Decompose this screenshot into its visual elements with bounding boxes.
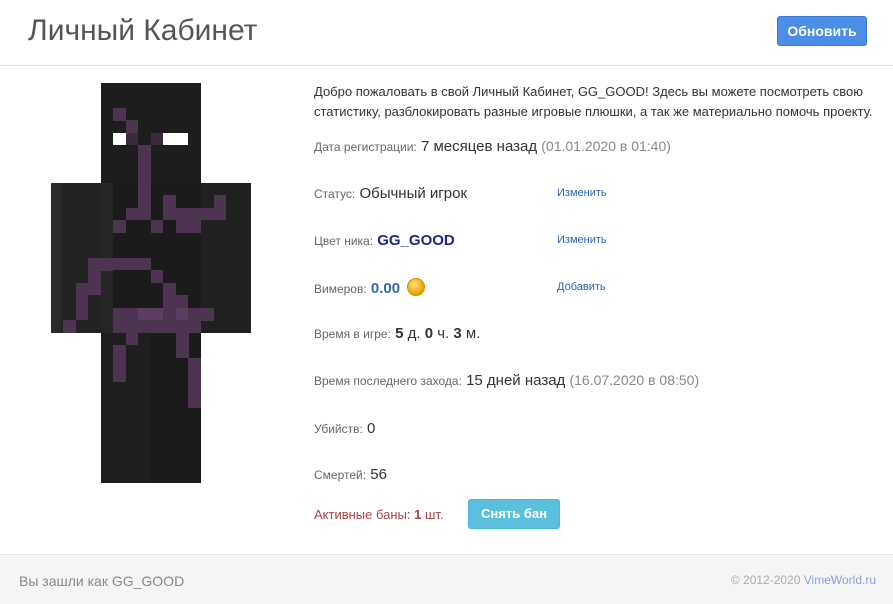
nick-color-label: Цвет ника: bbox=[314, 234, 374, 248]
last-login-value: 15 дней назад bbox=[466, 372, 566, 389]
last-login-date: (16.07.2020 в 08:50) bbox=[569, 372, 700, 388]
header: Личный Кабинет Обновить bbox=[0, 0, 893, 66]
copyright: © 2012-2020 VimeWorld.ru bbox=[731, 573, 876, 587]
registration-row: Дата регистрации: 7 месяцев назад (01.01… bbox=[314, 138, 671, 155]
playtime-minutes: 3 bbox=[453, 325, 462, 342]
add-vimers-link[interactable]: Добавить bbox=[557, 281, 606, 293]
deaths-row: Смертей: 56 bbox=[314, 466, 387, 483]
registration-label: Дата регистрации: bbox=[314, 140, 417, 154]
last-login-label: Время последнего захода: bbox=[314, 374, 462, 388]
playtime-hours: 0 bbox=[424, 325, 434, 342]
deaths-value: 56 bbox=[370, 466, 387, 483]
page-title: Личный Кабинет bbox=[28, 14, 258, 47]
footer: Вы зашли как GG_GOOD © 2012-2020 VimeWor… bbox=[0, 554, 893, 604]
playtime-row: Время в игре: 5 д. 0 ч. 3 м. bbox=[314, 325, 480, 342]
logged-in-text: Вы зашли как GG_GOOD bbox=[19, 573, 185, 589]
status-value: Обычный игрок bbox=[359, 185, 468, 202]
bans-unit: шт. bbox=[425, 507, 444, 522]
brand-link[interactable]: VimeWorld.ru bbox=[804, 573, 876, 587]
change-status-link[interactable]: Изменить bbox=[557, 187, 607, 199]
bans-count: 1 bbox=[414, 507, 422, 522]
refresh-button[interactable]: Обновить bbox=[777, 16, 867, 46]
status-row: Статус: Обычный игрок bbox=[314, 185, 467, 202]
last-login-row: Время последнего захода: 15 дней назад (… bbox=[314, 372, 699, 389]
registration-date: (01.01.2020 в 01:40) bbox=[541, 138, 671, 154]
status-label: Статус: bbox=[314, 187, 356, 201]
registration-value: 7 месяцев назад bbox=[420, 138, 538, 155]
change-nick-color-link[interactable]: Изменить bbox=[557, 234, 607, 246]
player-skin-image bbox=[51, 83, 251, 483]
bans-row: Активные баны: 1 шт. bbox=[314, 507, 444, 522]
playtime-label: Время в игре: bbox=[314, 327, 391, 341]
bans-label: Активные баны: bbox=[314, 507, 411, 522]
playtime-hours-unit: ч. bbox=[437, 325, 450, 342]
vimers-label: Вимеров: bbox=[314, 282, 367, 296]
kills-label: Убийств: bbox=[314, 422, 363, 436]
playtime-minutes-unit: м. bbox=[465, 325, 481, 342]
kills-value: 0 bbox=[367, 420, 376, 437]
unban-button[interactable]: Снять бан bbox=[468, 499, 560, 529]
vimers-row: Вимеров: 0.00 bbox=[314, 278, 426, 297]
playtime-days-unit: д. bbox=[407, 325, 421, 342]
coin-icon bbox=[407, 278, 426, 296]
playtime-days: 5 bbox=[395, 325, 404, 342]
nick-color-row: Цвет ника: GG_GOOD bbox=[314, 232, 455, 249]
welcome-text: Добро пожаловать в свой Личный Кабинет, … bbox=[314, 84, 873, 119]
nick-value: GG_GOOD bbox=[377, 232, 455, 249]
vimers-value: 0.00 bbox=[370, 280, 401, 297]
copyright-years: © 2012-2020 bbox=[730, 573, 801, 587]
deaths-label: Смертей: bbox=[314, 468, 367, 482]
kills-row: Убийств: 0 bbox=[314, 420, 375, 437]
